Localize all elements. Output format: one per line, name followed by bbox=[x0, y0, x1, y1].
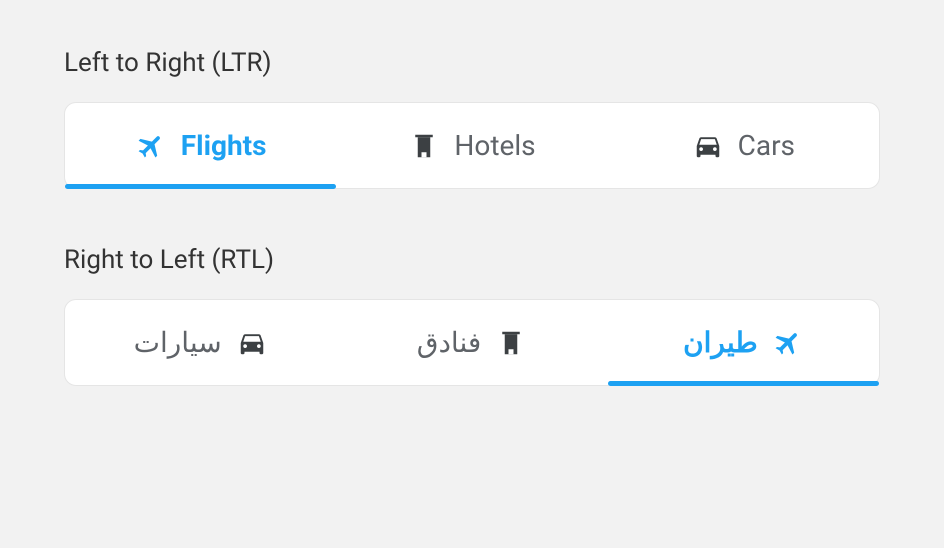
rtl-section: Right to Left (RTL) طيران فنادق bbox=[64, 245, 880, 386]
rtl-tabs: طيران فنادق سيارات bbox=[64, 299, 880, 386]
tab-cars[interactable]: Cars bbox=[608, 103, 879, 188]
building-icon bbox=[408, 130, 440, 162]
tab-hotels-label: Hotels bbox=[454, 129, 535, 162]
plane-icon bbox=[135, 130, 167, 162]
rtl-section-title: Right to Left (RTL) bbox=[64, 245, 880, 275]
building-icon bbox=[495, 327, 527, 359]
plane-icon bbox=[772, 327, 804, 359]
car-icon bbox=[236, 327, 268, 359]
tab-flights-label: Flights bbox=[181, 129, 267, 162]
tab-flights-rtl-label: طيران bbox=[683, 326, 758, 359]
tab-hotels-rtl-label: فنادق bbox=[417, 326, 482, 359]
tab-hotels-rtl[interactable]: فنادق bbox=[336, 300, 607, 385]
tab-cars-rtl-label: سيارات bbox=[134, 326, 222, 359]
car-icon bbox=[692, 130, 724, 162]
tab-flights[interactable]: Flights bbox=[65, 103, 336, 188]
tab-hotels[interactable]: Hotels bbox=[336, 103, 607, 188]
tab-cars-label: Cars bbox=[738, 129, 795, 162]
ltr-tabs: Flights Hotels Cars bbox=[64, 102, 880, 189]
tab-flights-rtl[interactable]: طيران bbox=[608, 300, 879, 385]
tab-cars-rtl[interactable]: سيارات bbox=[65, 300, 336, 385]
ltr-section: Left to Right (LTR) Flights Hotels bbox=[64, 48, 880, 189]
ltr-section-title: Left to Right (LTR) bbox=[64, 48, 880, 78]
